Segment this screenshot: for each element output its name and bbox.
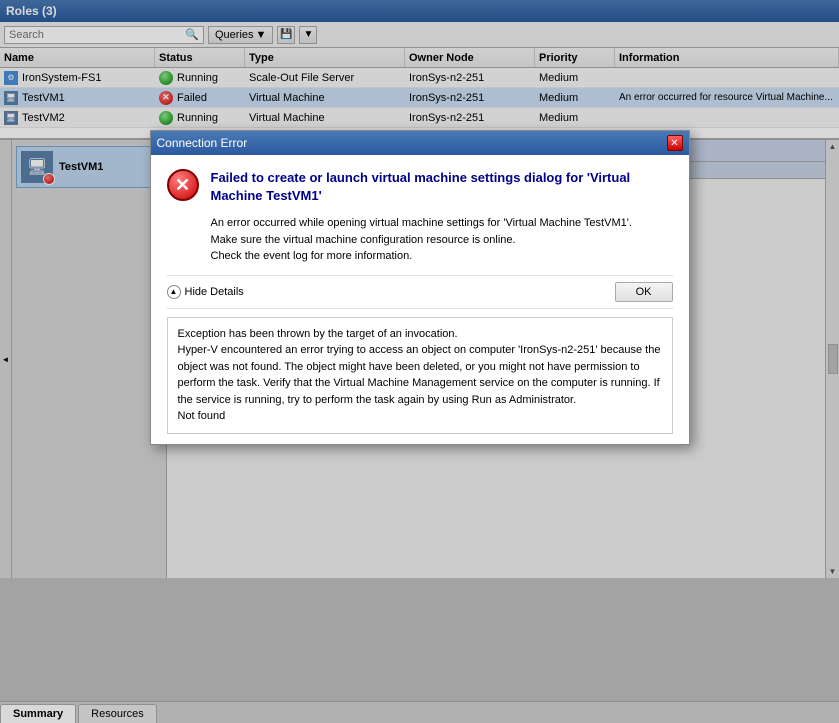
modal-titlebar: Connection Error ✕ [151, 131, 689, 155]
modal-actions: ▲ Hide Details OK [167, 275, 673, 309]
modal-details-content: Exception has been thrown by the target … [178, 328, 664, 423]
modal-desc-line1: An error occurred while opening virtual … [211, 217, 632, 229]
modal-close-button[interactable]: ✕ [667, 135, 683, 151]
modal-body: ✕ Failed to create or launch virtual mac… [151, 155, 689, 444]
connection-error-dialog: Connection Error ✕ ✕ Failed to create or… [150, 130, 690, 445]
modal-desc-line2: Make sure the virtual machine configurat… [211, 234, 516, 246]
modal-overlay: Connection Error ✕ ✕ Failed to create or… [0, 0, 839, 723]
modal-details-text: Exception has been thrown by the target … [167, 317, 673, 434]
modal-error-row: ✕ Failed to create or launch virtual mac… [167, 169, 673, 205]
hide-details-button[interactable]: ▲ Hide Details [167, 285, 244, 299]
modal-error-title: Failed to create or launch virtual machi… [211, 169, 673, 205]
chevron-up-icon: ▲ [167, 285, 181, 299]
hide-details-label: Hide Details [185, 286, 244, 298]
modal-title: Connection Error [157, 136, 248, 150]
modal-description: An error occurred while opening virtual … [167, 215, 673, 265]
big-error-icon: ✕ [167, 169, 199, 201]
ok-button[interactable]: OK [615, 282, 673, 302]
modal-desc-line3: Check the event log for more information… [211, 250, 413, 262]
